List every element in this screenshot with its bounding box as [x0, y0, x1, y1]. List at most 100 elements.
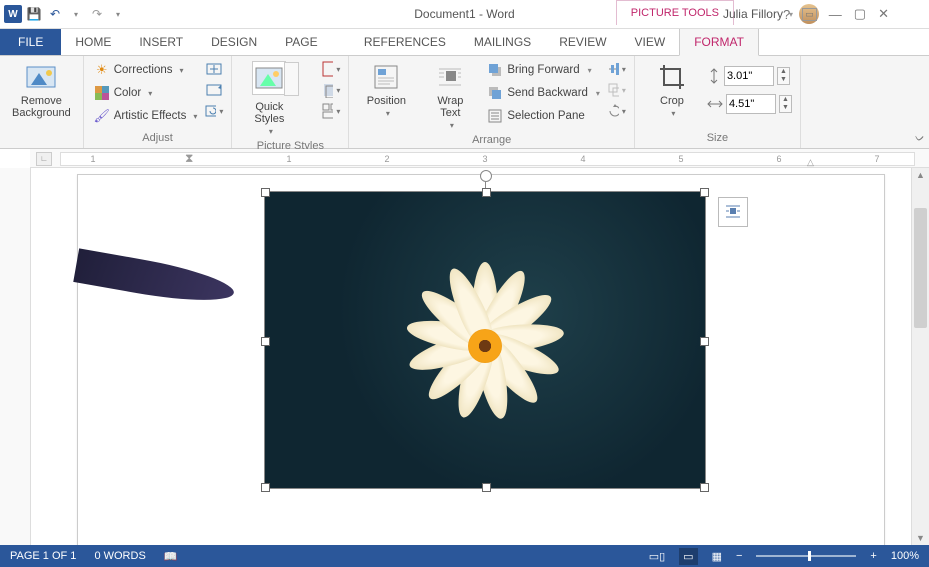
tab-format[interactable]: FORMAT [679, 29, 759, 56]
tab-insert[interactable]: INSERT [125, 29, 197, 55]
read-mode-icon[interactable]: ▭▯ [649, 550, 665, 563]
maximize-icon[interactable]: ▢ [854, 6, 866, 22]
send-backward-icon [487, 85, 503, 101]
scrollbar-thumb[interactable] [914, 208, 927, 328]
title-bar: W 💾 ↶ ▾ ↷ ▾ Document1 - Word PICTURE TOO… [0, 0, 929, 29]
tab-page-layout[interactable]: PAGE LAYOUT [271, 29, 350, 55]
ribbon-display-icon[interactable]: ▭ [802, 8, 817, 21]
tab-mailings[interactable]: MAILINGS [460, 29, 545, 55]
print-layout-icon[interactable]: ▭ [679, 548, 697, 565]
color-icon [94, 85, 110, 101]
help-icon[interactable]: ? [783, 7, 790, 22]
ruler-tick: 1 [286, 154, 291, 164]
crop-button[interactable]: Crop [643, 59, 701, 120]
document-canvas[interactable]: ⚓ [31, 168, 911, 545]
resize-handle-tr[interactable] [700, 188, 709, 197]
layout-options-button[interactable] [718, 197, 748, 227]
ruler-tick: 7 [874, 154, 879, 164]
resize-handle-bm[interactable] [482, 483, 491, 492]
resize-handle-rm[interactable] [700, 337, 709, 346]
zoom-in-icon[interactable]: + [870, 550, 876, 562]
vertical-scrollbar[interactable]: ▲ ▼ [911, 168, 929, 545]
picture-tools-context-tab: PICTURE TOOLS [616, 0, 734, 25]
resize-handle-lm[interactable] [261, 337, 270, 346]
position-label: Position [367, 95, 406, 107]
wrap-text-icon [434, 61, 466, 93]
tab-view[interactable]: VIEW [621, 29, 680, 55]
resize-handle-tm[interactable] [482, 188, 491, 197]
wrap-text-button[interactable]: Wrap Text [421, 59, 479, 132]
undo-icon[interactable]: ↶ [46, 5, 64, 23]
height-spinner[interactable]: ▲▼ [777, 67, 790, 85]
group-adjust: ☀Corrections Color 🖌Artistic Effects Adj… [84, 56, 233, 148]
proofing-icon[interactable]: 📖 [164, 550, 178, 563]
color-button[interactable]: Color [92, 82, 200, 104]
zoom-level[interactable]: 100% [891, 550, 919, 562]
word-app-icon[interactable]: W [4, 5, 22, 23]
tab-review[interactable]: REVIEW [545, 29, 620, 55]
page-indicator[interactable]: PAGE 1 OF 1 [10, 550, 76, 562]
ruler-tick: 5 [678, 154, 683, 164]
rotate-handle[interactable] [480, 170, 492, 182]
group-size: Crop ▲▼ ▲▼ Size [635, 56, 801, 148]
collapse-ribbon-icon[interactable]: ᨆ [915, 132, 925, 145]
scroll-down-icon[interactable]: ▼ [912, 533, 929, 543]
compress-pictures-icon[interactable] [205, 59, 223, 79]
resize-handle-bl[interactable] [261, 483, 270, 492]
resize-handle-tl[interactable] [261, 188, 270, 197]
height-input[interactable] [724, 66, 774, 86]
zoom-slider[interactable] [756, 555, 856, 557]
qat-customize-icon[interactable]: ▾ [109, 5, 127, 23]
right-indent-marker-icon[interactable]: △ [807, 157, 814, 168]
status-bar: PAGE 1 OF 1 0 WORDS 📖 ▭▯ ▭ ▦ − + 100% [0, 545, 929, 567]
undo-dropdown-icon[interactable]: ▾ [67, 5, 85, 23]
position-button[interactable]: Position [357, 59, 415, 120]
tab-home[interactable]: HOME [61, 29, 125, 55]
scroll-up-icon[interactable]: ▲ [912, 170, 929, 180]
indent-marker-icon[interactable]: ⧗ [185, 151, 193, 166]
group-size-label: Size [643, 130, 792, 146]
reset-picture-icon[interactable] [205, 101, 223, 121]
crop-label: Crop [660, 95, 684, 107]
quick-styles-button[interactable]: Quick Styles [240, 59, 298, 138]
width-input[interactable] [726, 94, 776, 114]
picture-border-icon[interactable] [322, 59, 340, 79]
tab-file[interactable]: FILE [0, 29, 61, 55]
ruler-tick: 3 [482, 154, 487, 164]
picture-effects-icon[interactable] [322, 80, 340, 100]
artistic-effects-button[interactable]: 🖌Artistic Effects [92, 105, 200, 127]
corrections-icon: ☀ [94, 62, 110, 78]
send-backward-button[interactable]: Send Backward▾ [485, 82, 602, 104]
tab-references[interactable]: REFERENCES [350, 29, 460, 55]
picture-layout-icon[interactable] [322, 101, 340, 121]
remove-background-button[interactable]: Remove Background [8, 59, 75, 121]
horizontal-ruler[interactable]: ∟ 1 1 2 3 4 5 6 7 ⧗ △ [30, 149, 929, 168]
quick-access-toolbar: W 💾 ↶ ▾ ↷ ▾ [0, 5, 127, 23]
change-picture-icon[interactable] [205, 80, 223, 100]
zoom-out-icon[interactable]: − [736, 550, 742, 562]
rotate-icon[interactable] [608, 101, 626, 121]
align-icon[interactable] [608, 59, 626, 79]
resize-handle-br[interactable] [700, 483, 709, 492]
crop-icon [656, 61, 688, 93]
save-icon[interactable]: 💾 [25, 5, 43, 23]
bring-forward-button[interactable]: Bring Forward▾ [485, 59, 602, 81]
vertical-ruler[interactable] [0, 168, 31, 545]
remove-background-icon [25, 61, 57, 93]
tab-design[interactable]: DESIGN [197, 29, 271, 55]
ribbon-tab-strip: FILE HOME INSERT DESIGN PAGE LAYOUT REFE… [0, 29, 929, 56]
redo-icon[interactable]: ↷ [88, 5, 106, 23]
tab-selector-icon[interactable]: ∟ [36, 152, 52, 166]
corrections-button[interactable]: ☀Corrections [92, 59, 200, 81]
shape-height: ▲▼ [707, 65, 792, 87]
width-spinner[interactable]: ▲▼ [779, 95, 792, 113]
minimize-icon[interactable]: — [829, 7, 842, 22]
close-icon[interactable]: ✕ [878, 6, 889, 22]
word-count[interactable]: 0 WORDS [94, 550, 145, 562]
inserted-picture[interactable] [264, 191, 706, 489]
ruler-tick: 6 [776, 154, 781, 164]
web-layout-icon[interactable]: ▦ [712, 550, 722, 563]
group-objects-icon[interactable] [608, 80, 626, 100]
ribbon: Remove Background ☀Corrections Color 🖌Ar… [0, 56, 929, 149]
selection-pane-button[interactable]: Selection Pane [485, 105, 602, 127]
